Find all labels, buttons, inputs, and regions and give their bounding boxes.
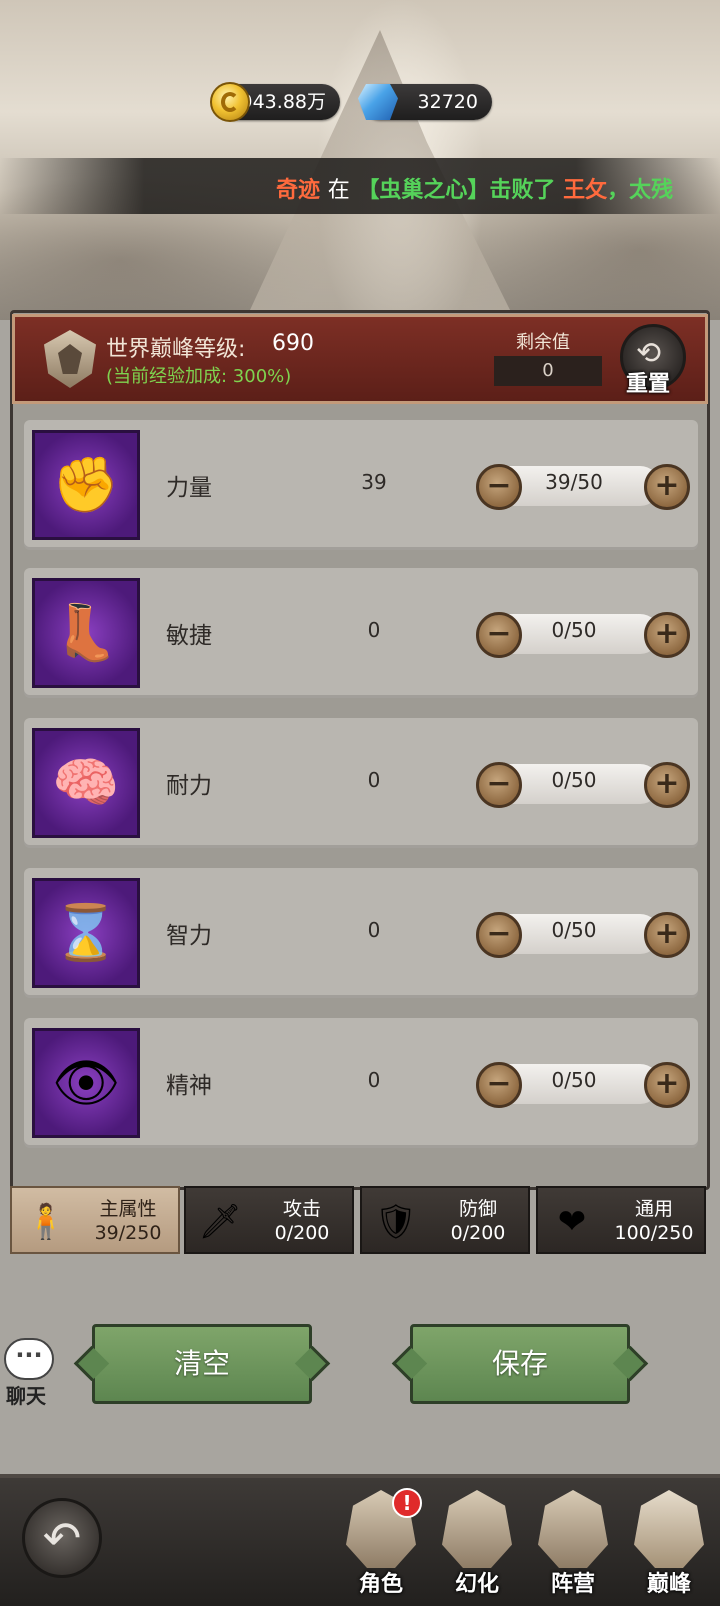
attribute-value: 0 (367, 768, 381, 792)
eye-icon: 👁 (32, 1028, 140, 1138)
increase-button[interactable]: + (644, 612, 690, 658)
attribute-value: 39 (361, 470, 387, 494)
tab-label: 通用 (634, 1198, 673, 1220)
clear-button[interactable]: 清空 (92, 1324, 312, 1404)
attribute-value: 0 (367, 618, 381, 642)
shield-icon: 🛡 (374, 1202, 418, 1242)
torso-icon: 🧍 (24, 1202, 68, 1242)
world-level-label: 世界巅峰等级: (106, 337, 246, 362)
peak-icon (634, 1490, 704, 1568)
tab-label: 攻击 (282, 1198, 321, 1220)
remaining-label: 剩余值 (516, 332, 570, 353)
gold-coin-icon (210, 82, 250, 122)
transform-icon (442, 1490, 512, 1568)
attribute-progress: 0/50 (551, 1068, 597, 1092)
increase-button[interactable]: + (644, 912, 690, 958)
tab-value: 100/250 (614, 1222, 694, 1244)
attribute-progress: 0/50 (551, 768, 597, 792)
back-arrow-icon[interactable]: ↶ (22, 1498, 102, 1578)
tab-general[interactable]: ❤ 通用 100/250 (536, 1186, 706, 1254)
fist-icon: ✊ (32, 430, 140, 540)
sword-icon: 🗡 (198, 1202, 242, 1242)
increase-button[interactable]: + (644, 1062, 690, 1108)
attribute-label: 耐力 (166, 773, 212, 799)
attribute-row-spirit: 👁 精神 0 0/50 − + (24, 1018, 698, 1148)
nav-label: 巅峰 (646, 1572, 691, 1597)
tab-value: 39/250 (94, 1222, 162, 1244)
tab-label: 主属性 (99, 1198, 157, 1220)
faction-icon (538, 1490, 608, 1568)
announcement-ticker: 奇迹 在 【虫巢之心】击败了 王攵，太残 (0, 158, 720, 214)
attribute-value: 0 (367, 918, 381, 942)
blue-gem-icon (358, 84, 398, 120)
reset-button-label[interactable]: 重置 (626, 366, 670, 398)
ticker-player: 奇迹 (276, 178, 321, 203)
attribute-label: 智力 (166, 923, 212, 949)
nav-item-transform[interactable]: 幻化 (432, 1490, 522, 1598)
tab-value: 0/200 (274, 1222, 330, 1244)
ticker-target: 王攵 (563, 178, 608, 203)
decrease-button[interactable]: − (476, 464, 522, 510)
nav-item-faction[interactable]: 阵营 (528, 1490, 618, 1598)
boot-icon: 👢 (32, 578, 140, 688)
attribute-progress: 39/50 (545, 470, 603, 494)
decrease-button[interactable]: − (476, 1062, 522, 1108)
nav-label: 幻化 (454, 1572, 499, 1597)
tab-defense[interactable]: 🛡 防御 0/200 (360, 1186, 530, 1254)
attribute-progress: 0/50 (551, 918, 597, 942)
ticker-location: 【虫巢之心】 (357, 178, 490, 203)
attribute-row-strength: ✊ 力量 39 39/50 − + (24, 420, 698, 550)
decrease-button[interactable]: − (476, 612, 522, 658)
attribute-label: 精神 (166, 1073, 212, 1099)
decrease-button[interactable]: − (476, 912, 522, 958)
notification-badge: ! (392, 1488, 422, 1518)
tab-value: 0/200 (450, 1222, 506, 1244)
remaining-points: 0 (494, 356, 602, 386)
world-level-value: 690 (272, 331, 314, 356)
nav-item-peak[interactable]: 巅峰 (624, 1490, 714, 1598)
hourglass-icon: ⌛ (32, 878, 140, 988)
tab-main-attributes[interactable]: 🧍 主属性 39/250 (10, 1186, 180, 1254)
attribute-row-intellect: ⌛ 智力 0 0/50 − + (24, 868, 698, 998)
chat-label[interactable]: 聊天 (6, 1380, 46, 1409)
nav-label: 角色 (358, 1572, 403, 1597)
exp-bonus-text: (当前经验加成: 300%) (106, 366, 292, 387)
attribute-row-stamina: 🧠 耐力 0 0/50 − + (24, 718, 698, 848)
increase-button[interactable]: + (644, 464, 690, 510)
ticker-tail: ，太残 (607, 178, 674, 203)
attribute-value: 0 (367, 1068, 381, 1092)
tab-label: 防御 (458, 1198, 497, 1220)
chat-bubble-icon[interactable]: ··· (4, 1338, 54, 1380)
save-button[interactable]: 保存 (410, 1324, 630, 1404)
heart-icon: ❤ (557, 1202, 587, 1242)
tab-attack[interactable]: 🗡 攻击 0/200 (184, 1186, 354, 1254)
gem-amount: 32720 (417, 91, 478, 113)
brain-icon: 🧠 (32, 728, 140, 838)
attribute-label: 力量 (166, 475, 212, 501)
attribute-row-agility: 👢 敏捷 0 0/50 − + (24, 568, 698, 698)
ticker-in: 在 (327, 178, 350, 203)
attribute-progress: 0/50 (551, 618, 597, 642)
attribute-label: 敏捷 (166, 623, 212, 649)
nav-label: 阵营 (550, 1572, 595, 1597)
decrease-button[interactable]: − (476, 762, 522, 808)
increase-button[interactable]: + (644, 762, 690, 808)
ticker-defeated: 击败了 (489, 178, 556, 203)
